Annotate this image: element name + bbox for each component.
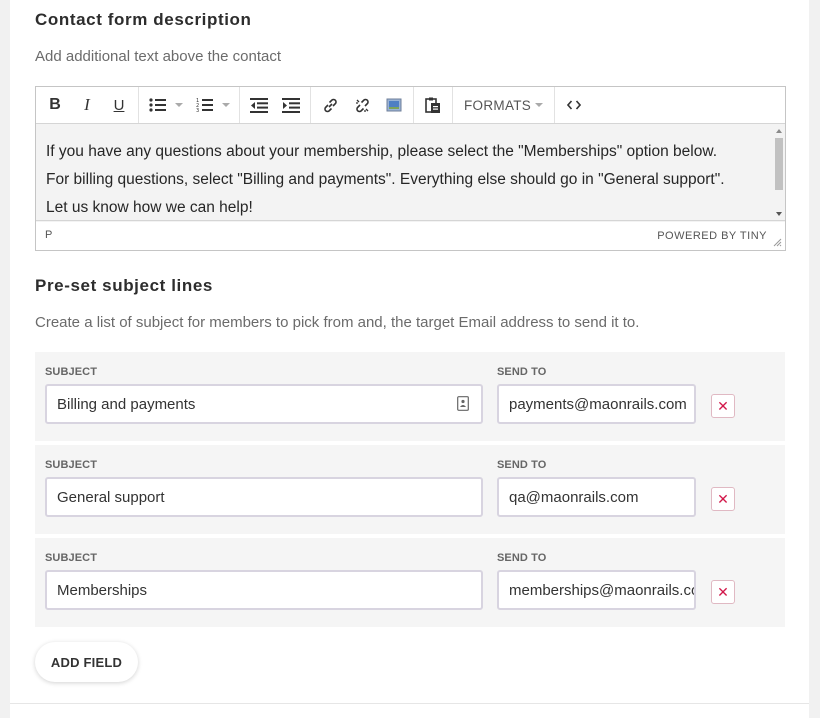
underline-button[interactable]: U <box>103 91 135 119</box>
bold-icon: B <box>49 96 61 113</box>
delete-row-button[interactable]: ✕ <box>711 487 735 511</box>
powered-by-label[interactable]: POWERED BY TINY <box>657 230 767 242</box>
indent-icon <box>282 97 300 113</box>
numbered-list-button[interactable]: 1 2 3 <box>189 91 221 119</box>
close-icon: ✕ <box>717 397 729 414</box>
chevron-down-icon <box>174 102 183 107</box>
resize-handle-icon[interactable] <box>773 238 782 247</box>
list-group: 1 2 3 <box>139 87 240 123</box>
subject-input[interactable]: Billing and payments <box>45 384 483 424</box>
delete-row-button[interactable]: ✕ <box>711 394 735 418</box>
add-field-label: ADD FIELD <box>50 654 123 670</box>
bullet-list-icon <box>149 98 166 112</box>
description-section-title: Contact form description <box>35 10 252 29</box>
subject-input[interactable]: Memberships <box>45 570 483 610</box>
numbered-list-dropdown[interactable] <box>221 102 230 108</box>
bullet-list-button[interactable] <box>142 91 174 119</box>
subject-label: SUBJECT <box>45 459 98 471</box>
paste-button[interactable] <box>417 91 449 119</box>
italic-button[interactable]: I <box>71 91 103 119</box>
delete-row-button[interactable]: ✕ <box>711 580 735 604</box>
numbered-list-icon: 1 2 3 <box>196 98 213 113</box>
bold-button[interactable]: B <box>39 91 71 119</box>
link-button[interactable] <box>314 91 346 119</box>
editor-paragraph: If you have any questions about your mem… <box>46 143 717 160</box>
send-to-value: memberships@maonrails.com <box>509 581 696 599</box>
scroll-down-arrow-icon[interactable] <box>776 212 782 216</box>
send-to-input[interactable]: qa@maonrails.com <box>497 477 696 517</box>
rich-text-editor: B I U 1 2 3 FORMATS If you have any ques… <box>35 86 786 251</box>
subjects-section-subtitle: Create a list of subject for members to … <box>35 314 640 331</box>
formats-dropdown[interactable]: FORMATS <box>456 98 551 113</box>
paste-group <box>414 87 453 123</box>
send-to-input[interactable]: memberships@maonrails.com <box>497 570 696 610</box>
subject-value: Billing and payments <box>57 395 196 413</box>
code-group <box>555 87 593 123</box>
send-to-label: SEND TO <box>497 459 547 471</box>
paste-icon <box>425 97 440 113</box>
text-style-group: B I U <box>36 87 139 123</box>
scroll-up-arrow-icon[interactable] <box>776 129 782 133</box>
indent-button[interactable] <box>275 91 307 119</box>
subject-row: SUBJECT SEND TO Billing and payments pay… <box>35 352 785 441</box>
unlink-icon <box>355 98 369 112</box>
editor-paragraph: For billing questions, select "Billing a… <box>46 171 725 188</box>
outdent-button[interactable] <box>243 91 275 119</box>
editor-paragraph: Let us know how we can help! <box>46 199 253 216</box>
subject-label: SUBJECT <box>45 552 98 564</box>
send-to-label: SEND TO <box>497 552 547 564</box>
formats-label: FORMATS <box>464 97 532 113</box>
chevron-down-icon <box>535 102 544 107</box>
scrollbar-thumb[interactable] <box>775 138 783 190</box>
subject-value: Memberships <box>57 581 148 599</box>
outdent-icon <box>250 97 268 113</box>
subject-value: General support <box>57 488 165 506</box>
close-icon: ✕ <box>717 583 729 600</box>
send-to-input[interactable]: payments@maonrails.com <box>497 384 696 424</box>
chevron-down-icon <box>221 102 230 107</box>
subject-row: SUBJECT SEND TO General support qa@maonr… <box>35 445 785 534</box>
image-icon <box>386 98 402 112</box>
bullet-list-dropdown[interactable] <box>174 102 183 108</box>
editor-content-area[interactable]: If you have any questions about your mem… <box>36 124 773 222</box>
formats-group: FORMATS <box>453 87 556 123</box>
unlink-button[interactable] <box>346 91 378 119</box>
subject-label: SUBJECT <box>45 366 98 378</box>
svg-text:3: 3 <box>196 108 199 113</box>
description-section-subtitle: Add additional text above the contact <box>35 48 282 65</box>
editor-statusbar: P POWERED BY TINY <box>36 220 785 250</box>
italic-icon: I <box>84 95 90 114</box>
image-button[interactable] <box>378 91 410 119</box>
subject-input[interactable]: General support <box>45 477 483 517</box>
indent-group <box>240 87 311 123</box>
editor-toolbar: B I U 1 2 3 FORMATS <box>36 87 785 124</box>
close-icon: ✕ <box>717 490 729 507</box>
autofill-contact-icon[interactable] <box>457 396 469 411</box>
send-to-label: SEND TO <box>497 366 547 378</box>
insert-group <box>311 87 414 123</box>
send-to-value: qa@maonrails.com <box>509 488 639 506</box>
editor-scrollbar[interactable] <box>773 124 785 222</box>
source-code-button[interactable] <box>558 91 590 119</box>
underline-icon: U <box>113 96 125 114</box>
link-icon <box>323 98 337 112</box>
subject-row: SUBJECT SEND TO Memberships memberships@… <box>35 538 785 627</box>
panel-divider <box>10 703 809 704</box>
send-to-value: payments@maonrails.com <box>509 395 687 413</box>
element-path[interactable]: P <box>45 229 52 241</box>
add-field-button[interactable]: ADD FIELD <box>35 642 138 682</box>
source-code-icon <box>567 100 582 110</box>
subjects-section-title: Pre-set subject lines <box>35 276 213 295</box>
